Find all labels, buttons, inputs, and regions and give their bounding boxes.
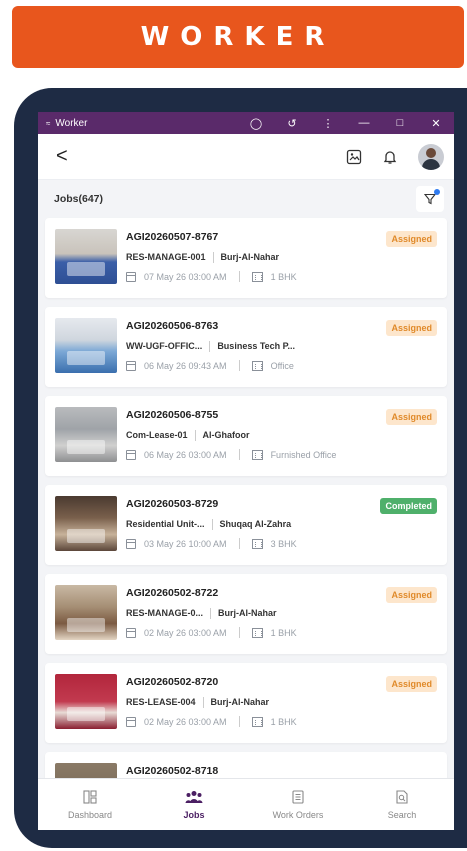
work-orders-icon: [292, 790, 304, 804]
building-icon: [251, 360, 263, 371]
nav-jobs-label: Jobs: [183, 810, 205, 820]
job-location: Burj-Al-Nahar: [220, 252, 280, 262]
job-unit: Office: [270, 360, 294, 371]
app-logo-icon: ≈: [46, 118, 51, 128]
job-id: AGI20260502-8718: [126, 765, 219, 777]
job-date: 02 May 26 03:00 AM: [144, 716, 227, 727]
jobs-subheader: Jobs(647): [38, 180, 454, 218]
property-thumbnail: [55, 407, 117, 462]
filter-active-dot: [434, 189, 440, 195]
property-thumbnail: [55, 674, 117, 729]
maximize-button[interactable]: □: [382, 117, 418, 129]
job-card[interactable]: AGI20260506-8755 Com-Lease-01 Al-Ghafoor …: [45, 396, 447, 476]
bottom-navigation: Dashboard Jobs Work Orders Search: [38, 778, 454, 830]
back-button[interactable]: <: [56, 145, 68, 168]
job-date: 03 May 26 10:00 AM: [144, 538, 227, 549]
job-card[interactable]: AGI20260503-8729 Residential Unit-... Shu…: [45, 485, 447, 565]
property-thumbnail: [55, 585, 117, 640]
job-unit: 1 BHK: [270, 271, 297, 282]
building-icon: [251, 538, 263, 549]
job-ref: Residential Unit-...: [126, 519, 205, 529]
banner-title: WORKER: [140, 22, 336, 52]
property-thumbnail: [55, 229, 117, 284]
window-titlebar: ≈ Worker ◯ ↺ ⋮ — □ ✕: [38, 112, 454, 134]
minimize-button[interactable]: —: [346, 117, 382, 129]
job-location: Burj-Al-Nahar: [210, 697, 270, 707]
job-ref: RES-MANAGE-0...: [126, 608, 204, 618]
building-icon: [251, 627, 263, 638]
job-unit: 3 BHK: [270, 538, 297, 549]
status-badge: Assigned: [386, 231, 437, 247]
building-icon: [251, 271, 263, 282]
status-badge: Completed: [380, 498, 437, 514]
jobs-list[interactable]: AGI20260507-8767 RES-MANAGE-001 Burj-Al-N…: [38, 218, 454, 830]
job-ref: RES-LEASE-004: [126, 697, 196, 707]
status-badge: Assigned: [386, 409, 437, 425]
filter-button[interactable]: [416, 186, 444, 212]
filter-icon: [424, 193, 436, 205]
dashboard-icon: [83, 790, 97, 804]
gallery-icon[interactable]: [346, 149, 362, 165]
nav-search-label: Search: [387, 810, 417, 820]
job-card[interactable]: AGI20260502-8722 RES-MANAGE-0... Burj-Al-…: [45, 574, 447, 654]
nav-dashboard[interactable]: Dashboard: [38, 779, 142, 830]
job-card[interactable]: AGI20260507-8767 RES-MANAGE-001 Burj-Al-N…: [45, 218, 447, 298]
job-location: Shuqaq Al-Zahra: [219, 519, 292, 529]
close-button[interactable]: ✕: [418, 117, 454, 130]
nav-search[interactable]: Search: [350, 779, 454, 830]
building-icon: [251, 449, 263, 460]
property-thumbnail: [55, 496, 117, 551]
nav-work-orders-label: Work Orders: [272, 810, 324, 820]
worker-banner: WORKER: [12, 6, 464, 68]
job-date: 06 May 26 09:43 AM: [144, 360, 227, 371]
property-thumbnail: [55, 318, 117, 373]
calendar-icon: [126, 449, 136, 460]
jobs-icon: [185, 791, 203, 803]
calendar-icon: [126, 271, 136, 282]
user-avatar[interactable]: [418, 143, 444, 170]
job-date: 02 May 26 03:00 AM: [144, 627, 227, 638]
job-location: Burj-Al-Nahar: [218, 608, 277, 618]
job-ref: Com-Lease-01: [126, 430, 188, 440]
status-badge: Assigned: [386, 320, 437, 336]
jobs-count-label: Jobs(647): [54, 193, 104, 205]
job-date: 07 May 26 03:00 AM: [144, 271, 227, 282]
nav-work-orders[interactable]: Work Orders: [246, 779, 350, 830]
job-location: Business Tech P...: [217, 341, 296, 351]
job-unit: Furnished Office: [270, 449, 337, 460]
calendar-icon: [126, 538, 136, 549]
app-window: ≈ Worker ◯ ↺ ⋮ — □ ✕ < Jobs(647) AGI2026…: [38, 112, 454, 830]
calendar-icon: [126, 716, 136, 727]
notification-bell-icon[interactable]: [382, 149, 398, 165]
status-badge: Assigned: [386, 587, 437, 603]
search-icon: [396, 790, 408, 804]
calendar-icon: [126, 360, 136, 371]
job-card[interactable]: AGI20260502-8720 RES-LEASE-004 Burj-Al-Na…: [45, 663, 447, 743]
rotate-icon[interactable]: ↺: [274, 117, 310, 130]
job-date: 06 May 26 03:00 AM: [144, 449, 227, 460]
job-ref: WW-UGF-OFFIC...: [126, 341, 203, 351]
more-options-icon[interactable]: ⋮: [310, 117, 346, 130]
job-location: Al-Ghafoor: [202, 430, 250, 440]
nav-jobs[interactable]: Jobs: [142, 779, 246, 830]
calendar-icon: [126, 627, 136, 638]
job-unit: 1 BHK: [270, 627, 297, 638]
location-icon[interactable]: ◯: [238, 117, 274, 130]
job-card[interactable]: AGI20260506-8763 WW-UGF-OFFIC... Business…: [45, 307, 447, 387]
status-badge: Assigned: [386, 676, 437, 692]
job-unit: 1 BHK: [270, 716, 297, 727]
job-ref: RES-MANAGE-001: [126, 252, 206, 262]
window-title: Worker: [55, 117, 88, 129]
nav-dashboard-label: Dashboard: [67, 810, 113, 820]
app-header: <: [38, 134, 454, 180]
building-icon: [251, 716, 263, 727]
